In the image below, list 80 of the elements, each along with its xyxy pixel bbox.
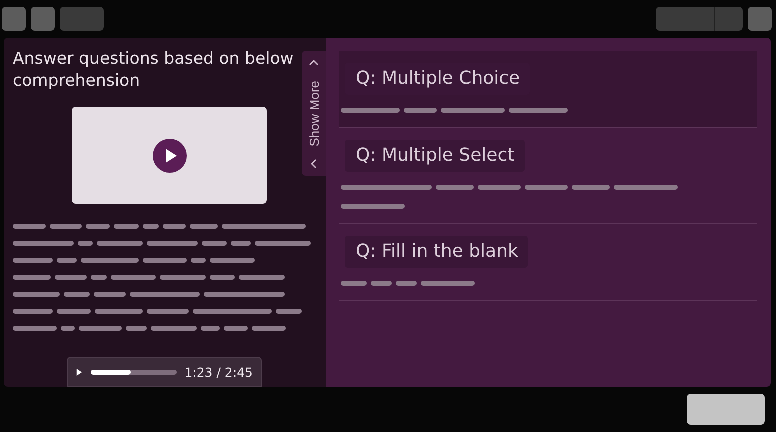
text-placeholder-bar [78, 241, 93, 246]
text-placeholder-bar [436, 185, 474, 190]
passage-title: Answer questions based on below comprehension [13, 48, 295, 92]
text-placeholder-bar [50, 224, 82, 229]
text-placeholder-bar [91, 275, 107, 280]
play-icon[interactable] [76, 368, 83, 376]
text-placeholder-bar [371, 281, 392, 286]
text-placeholder-bar [478, 185, 521, 190]
text-placeholder-bar [111, 275, 156, 280]
text-placeholder-bar [191, 258, 206, 263]
text-placeholder-bar [13, 275, 51, 280]
show-more-tab[interactable]: Show More [302, 51, 326, 176]
text-placeholder-bar [130, 292, 200, 297]
audio-player[interactable]: 1:23 / 2:45 [67, 357, 262, 387]
text-placeholder-bar [202, 241, 227, 246]
video-player[interactable] [72, 107, 267, 204]
text-placeholder-bar [57, 258, 77, 263]
toolbar-button[interactable] [748, 6, 772, 30]
text-placeholder-bar [143, 224, 159, 229]
text-placeholder-bar [143, 258, 187, 263]
text-placeholder-bar [190, 224, 218, 229]
chevron-icon [310, 158, 318, 170]
audio-progress-track[interactable] [90, 370, 177, 374]
text-placeholder-bar [341, 108, 400, 113]
text-placeholder-bar [239, 275, 285, 280]
text-placeholder-bar [572, 185, 610, 190]
text-placeholder-bar [97, 241, 143, 246]
toolbar-button[interactable] [31, 6, 55, 30]
text-placeholder-bar [231, 241, 251, 246]
text-placeholder-bar [94, 292, 126, 297]
text-placeholder-bar [525, 185, 568, 190]
text-placeholder-bar [13, 326, 57, 331]
text-placeholder-bar [201, 326, 220, 331]
text-placeholder-bar [147, 309, 189, 314]
question-title: Q: Multiple Select [345, 140, 525, 172]
question-title: Q: Fill in the blank [345, 236, 528, 268]
toolbar-button[interactable] [60, 6, 104, 30]
text-placeholder-bar [95, 309, 143, 314]
text-placeholder-bar [276, 309, 302, 314]
text-placeholder-bar [210, 258, 255, 263]
text-placeholder-bar [509, 108, 568, 113]
text-placeholder-bar [404, 108, 437, 113]
text-placeholder-bar [79, 326, 122, 331]
action-button[interactable] [687, 394, 765, 424]
text-placeholder-bar [163, 224, 186, 229]
text-placeholder-bar [396, 281, 417, 286]
toolbar-button[interactable] [714, 6, 743, 30]
text-placeholder-bar [126, 326, 147, 331]
text-placeholder-bar [210, 275, 235, 280]
text-placeholder-bar [13, 309, 53, 314]
question-row[interactable]: Q: Multiple Choice [339, 51, 757, 128]
play-icon[interactable] [152, 138, 186, 172]
text-placeholder-bar [441, 108, 505, 113]
text-placeholder-bar [160, 275, 206, 280]
text-placeholder-bar [224, 326, 248, 331]
text-placeholder-bar [252, 326, 286, 331]
chevron-icon [308, 59, 320, 67]
text-placeholder-bar [255, 241, 311, 246]
text-placeholder-bar [64, 292, 90, 297]
text-placeholder-bar [341, 281, 367, 286]
question-row[interactable]: Q: Multiple Select [339, 128, 757, 224]
text-placeholder-bar [86, 224, 110, 229]
text-placeholder-bar [341, 204, 405, 209]
text-placeholder-bar [151, 326, 197, 331]
text-placeholder-bar [13, 258, 53, 263]
text-placeholder-bar [147, 241, 198, 246]
text-placeholder-bar [81, 258, 139, 263]
text-placeholder-bar [61, 326, 75, 331]
text-placeholder-bar [13, 224, 46, 229]
text-placeholder-bar [614, 185, 678, 190]
audio-time: 1:23 / 2:45 [184, 364, 253, 380]
text-placeholder-bar [13, 292, 60, 297]
toolbar-button[interactable] [2, 6, 26, 30]
text-placeholder-bar [114, 224, 139, 229]
question-row[interactable]: Q: Fill in the blank [339, 224, 757, 301]
toolbar-button[interactable] [656, 6, 714, 30]
text-placeholder-bar [421, 281, 475, 286]
text-placeholder-bar [57, 309, 91, 314]
text-placeholder-bar [13, 241, 74, 246]
text-placeholder-bar [55, 275, 87, 280]
